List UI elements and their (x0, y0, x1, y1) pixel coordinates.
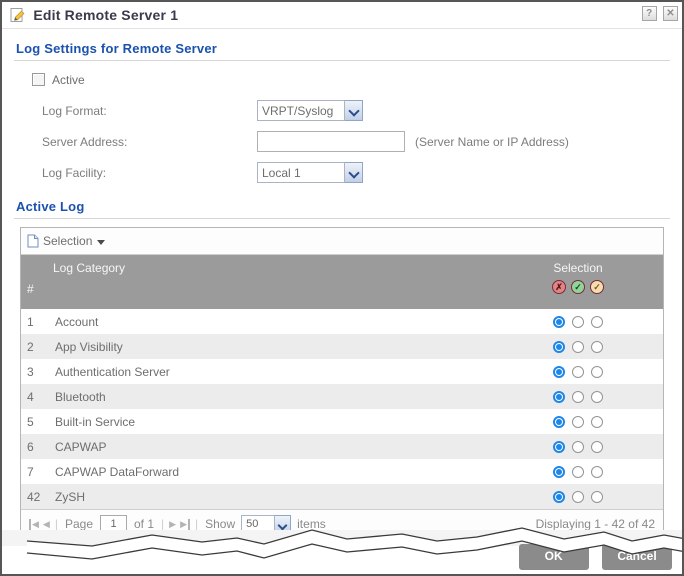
chevron-down-icon[interactable] (345, 162, 363, 183)
log-facility-label: Log Facility: (42, 166, 257, 180)
row-category: CAPWAP DataForward (47, 465, 493, 479)
row-category: Bluetooth (47, 390, 493, 404)
row-number: 4 (21, 390, 47, 404)
table-row: 7 CAPWAP DataForward (21, 459, 663, 484)
radio-disable[interactable] (553, 441, 565, 453)
radio-enable[interactable] (572, 416, 584, 428)
enable-all-icon[interactable]: ✓ (571, 280, 585, 294)
table-row: 1 Account (21, 309, 663, 334)
disable-all-icon[interactable]: ✗ (552, 280, 566, 294)
radio-disable[interactable] (553, 366, 565, 378)
radio-enable[interactable] (572, 441, 584, 453)
row-number: 6 (21, 440, 47, 454)
log-facility-select[interactable]: Local 1 (257, 162, 363, 183)
row-number: 1 (21, 315, 47, 329)
radio-disable[interactable] (553, 416, 565, 428)
page-of-label: of 1 (134, 517, 154, 531)
show-label: Show (205, 517, 235, 531)
radio-disable[interactable] (553, 466, 565, 478)
prev-page-icon[interactable]: ◀ (43, 519, 50, 530)
dialog-titlebar: Edit Remote Server 1 ? ✕ (2, 2, 682, 29)
row-category: Account (47, 315, 493, 329)
table-row: 2 App Visibility (21, 334, 663, 359)
table-header: Log Category # Selection ✗ ✓ ✓ (21, 255, 663, 309)
row-number: 5 (21, 415, 47, 429)
row-number: 42 (21, 490, 47, 504)
caret-down-icon (97, 240, 105, 245)
dialog-title: Edit Remote Server 1 (33, 7, 178, 23)
table-toolbar: Selection (21, 228, 663, 255)
edit-icon (10, 7, 26, 23)
radio-enable[interactable] (572, 341, 584, 353)
row-category: Built-in Service (47, 415, 493, 429)
radio-disable[interactable] (553, 341, 565, 353)
server-address-input[interactable] (257, 131, 405, 152)
row-number: 2 (21, 340, 47, 354)
active-log-section-title: Active Log (16, 199, 668, 214)
row-category: App Visibility (47, 340, 493, 354)
log-format-label: Log Format: (42, 104, 257, 118)
log-facility-value: Local 1 (257, 162, 345, 183)
selection-menu-button[interactable]: Selection (27, 234, 105, 248)
table-row: 42 ZySH (21, 484, 663, 509)
last-page-icon[interactable]: ▶ (180, 519, 190, 530)
chevron-down-icon[interactable] (345, 100, 363, 121)
items-label: items (297, 517, 326, 531)
radio-debug[interactable] (591, 316, 603, 328)
displaying-status: Displaying 1 - 42 of 42 (536, 517, 655, 531)
radio-debug[interactable] (591, 341, 603, 353)
active-label: Active (52, 73, 85, 87)
active-log-table: Selection Log Category # Selection ✗ ✓ ✓ (20, 227, 664, 539)
divider (14, 218, 670, 219)
log-settings-section-title: Log Settings for Remote Server (16, 41, 668, 56)
first-page-icon[interactable]: ◀ (29, 519, 39, 530)
cancel-button[interactable]: Cancel (602, 544, 672, 570)
row-number: 7 (21, 465, 47, 479)
selection-menu-label: Selection (43, 234, 92, 248)
log-table-body: 1 Account 2 App Visibility 3 Authenticat… (21, 309, 663, 509)
table-row: 6 CAPWAP (21, 434, 663, 459)
table-row: 5 Built-in Service (21, 409, 663, 434)
help-button[interactable]: ? (642, 6, 657, 21)
table-row: 3 Authentication Server (21, 359, 663, 384)
row-category: CAPWAP (47, 440, 493, 454)
radio-debug[interactable] (591, 366, 603, 378)
row-category: Authentication Server (47, 365, 493, 379)
active-checkbox[interactable] (32, 73, 45, 86)
radio-debug[interactable] (591, 491, 603, 503)
row-number: 3 (21, 365, 47, 379)
edit-remote-server-dialog: Edit Remote Server 1 ? ✕ Log Settings fo… (0, 0, 684, 576)
log-format-value: VRPT/Syslog (257, 100, 345, 121)
row-category: ZySH (47, 490, 493, 504)
number-column-header: # (27, 282, 493, 296)
selection-column-header: Selection (493, 261, 663, 275)
document-icon (27, 234, 39, 248)
ok-button[interactable]: OK (519, 544, 589, 570)
close-button[interactable]: ✕ (663, 6, 678, 21)
radio-debug[interactable] (591, 391, 603, 403)
radio-enable[interactable] (572, 316, 584, 328)
debug-all-icon[interactable]: ✓ (590, 280, 604, 294)
radio-disable[interactable] (553, 391, 565, 403)
next-page-icon[interactable]: ▶ (169, 519, 176, 530)
radio-enable[interactable] (572, 491, 584, 503)
radio-disable[interactable] (553, 316, 565, 328)
radio-disable[interactable] (553, 491, 565, 503)
divider (14, 60, 670, 61)
table-row: 4 Bluetooth (21, 384, 663, 409)
server-address-label: Server Address: (42, 135, 257, 149)
radio-debug[interactable] (591, 441, 603, 453)
page-label: Page (65, 517, 93, 531)
radio-enable[interactable] (572, 366, 584, 378)
category-column-header: Log Category (53, 261, 493, 275)
server-address-hint: (Server Name or IP Address) (415, 135, 569, 149)
radio-debug[interactable] (591, 416, 603, 428)
radio-enable[interactable] (572, 391, 584, 403)
radio-debug[interactable] (591, 466, 603, 478)
radio-enable[interactable] (572, 466, 584, 478)
log-format-select[interactable]: VRPT/Syslog (257, 100, 363, 121)
